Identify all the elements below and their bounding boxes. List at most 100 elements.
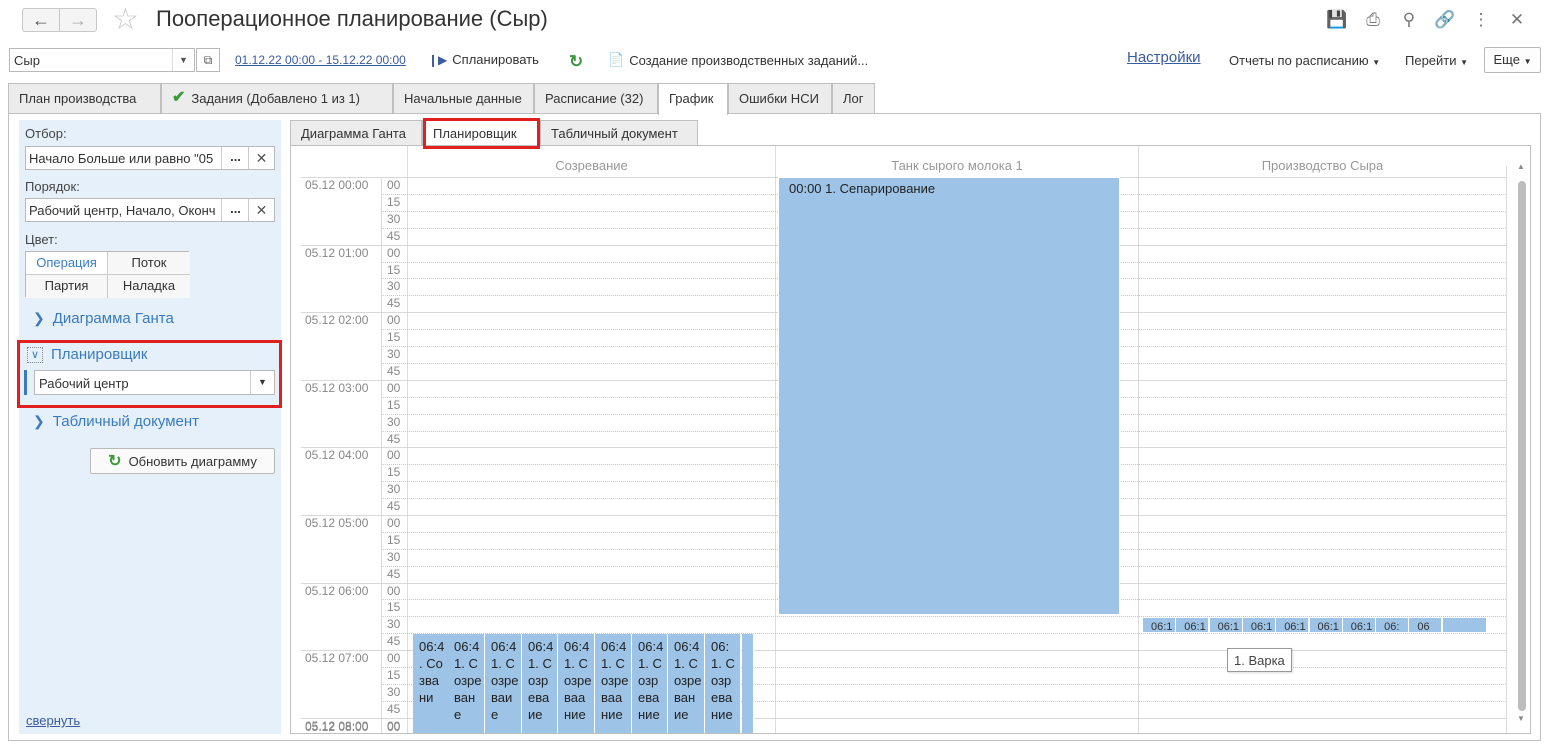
maturing-operation-block[interactable]: 06:4 . Созвани — [413, 634, 449, 733]
print-icon[interactable]: ⎙ — [1355, 10, 1391, 30]
maturing-operation-block[interactable]: 06:4 1. Созревание — [632, 634, 668, 733]
cheese-operation-block[interactable]: 06:1 — [1242, 618, 1276, 632]
refresh-chart-button[interactable]: ↻ Обновить диаграмму — [90, 448, 275, 474]
color-label: Цвет: — [25, 232, 58, 247]
create-tasks-button[interactable]: 📄 Создание производственных заданий... — [608, 52, 868, 68]
hour-label: 05.12 02:00 — [305, 313, 369, 327]
maturing-operation-block[interactable]: 06:4 1. Созреваие — [485, 634, 522, 733]
order-field[interactable]: Рабочий центр, Начало, Оконч ... ✕ — [25, 198, 275, 222]
tab-gantt[interactable]: Диаграмма Ганта — [290, 120, 422, 146]
cheese-operation-block[interactable]: 06 — [1409, 618, 1443, 632]
minute-label: 15 — [387, 330, 401, 344]
cheese-operation-block[interactable]: 06: — [1376, 618, 1410, 632]
color-flow-button[interactable]: Поток — [108, 252, 190, 275]
select-button[interactable]: ... — [221, 199, 249, 221]
grid-column-divider — [1138, 146, 1139, 733]
planner-highlight-box — [17, 340, 282, 408]
tab-nsi-errors[interactable]: Ошибки НСИ — [728, 83, 832, 114]
more-vertical-icon[interactable]: ⋮ — [1463, 10, 1499, 30]
minute-label: 30 — [387, 685, 401, 699]
tab-production-plan[interactable]: План производства — [8, 83, 161, 114]
hour-label: 05.12 01:00 — [305, 246, 369, 260]
section-gantt[interactable]: ❯ Диаграмма Ганта — [33, 310, 174, 327]
planner-grid[interactable]: 00 05.12 00:00 15 30 45 00 05.12 01:00 15 30 45 00… — [290, 145, 1531, 734]
chevron-right-icon: ❯ — [33, 310, 45, 326]
scroll-up-icon[interactable]: ▲ — [1517, 162, 1525, 171]
select-button[interactable]: ... — [221, 147, 249, 169]
collapse-link[interactable]: свернуть — [26, 713, 80, 728]
left-panel: Отбор: Начало Больше или равно "05 ... ✕… — [19, 120, 281, 734]
close-icon[interactable]: ✕ — [1499, 10, 1535, 30]
filter-field[interactable]: Начало Больше или равно "05 ... ✕ — [25, 146, 275, 170]
grid-column-divider — [775, 146, 776, 733]
minute-label: 45 — [387, 296, 401, 310]
hour-label: 05.12 03:00 — [305, 381, 369, 395]
maturing-operation-block[interactable]: 06: 1. Созревание — [705, 634, 741, 733]
section-table-doc[interactable]: ❯ Табличный документ — [33, 413, 199, 430]
minute-label: 00 — [387, 246, 401, 260]
hour-label: 05.12 06:00 — [305, 584, 369, 598]
clear-icon[interactable]: ✕ — [248, 147, 274, 169]
maturing-operation-block[interactable]: 06:4 1. Созреваание — [595, 634, 632, 733]
more-button[interactable]: Еще ▼ — [1484, 47, 1541, 73]
minute-label: 45 — [387, 229, 401, 243]
checkmark-icon: ✔ — [172, 89, 186, 106]
maturing-operation-block[interactable]: 06:4 1. Созреваание — [558, 634, 595, 733]
tooltip: 1. Варка — [1227, 648, 1292, 672]
color-batch-button[interactable]: Партия — [26, 275, 108, 298]
period-link[interactable]: 01.12.22 00:00 - 15.12.22 00:00 — [235, 53, 406, 67]
dropdown-arrow-icon: ▼ — [1460, 58, 1469, 67]
maturing-operation-block[interactable]: 06:4 1. Созревание — [668, 634, 705, 733]
link-icon[interactable]: 🔗 — [1427, 10, 1463, 30]
minute-label: 15 — [387, 263, 401, 277]
cheese-operation-block[interactable]: 06:1 — [1342, 618, 1376, 632]
tab-log[interactable]: Лог — [832, 83, 875, 114]
minute-label: 00 — [387, 381, 401, 395]
minute-label: 15 — [387, 195, 401, 209]
favorite-star-icon[interactable]: ☆ — [112, 2, 139, 38]
minute-label: 00 — [387, 720, 401, 734]
settings-link[interactable]: Настройки — [1127, 49, 1201, 66]
cheese-operation-block[interactable] — [1443, 618, 1487, 632]
color-setup-button[interactable]: Наладка — [108, 275, 190, 298]
open-object-button[interactable]: ⧉ — [196, 48, 220, 72]
minute-label: 00 — [387, 516, 401, 530]
maturing-operation-block[interactable]: 06:4 1. Созреваие — [522, 634, 558, 733]
tank-operation-block[interactable]: 00:00 1. Сепарирование — [778, 177, 1120, 615]
tab-chart[interactable]: График — [658, 83, 728, 115]
chevron-down-icon[interactable]: ▼ — [172, 49, 194, 71]
cheese-operation-block[interactable]: 06:1 — [1209, 618, 1243, 632]
plan-button[interactable]: ❙▶ Спланировать — [428, 52, 539, 67]
preview-icon[interactable]: ⚲ — [1391, 10, 1427, 30]
minute-label: 00 — [387, 178, 401, 192]
arrow-left-icon: ← — [32, 9, 50, 30]
goto-menu[interactable]: Перейти ▼ — [1405, 53, 1468, 68]
forward-button[interactable]: → — [59, 8, 97, 32]
minute-label: 45 — [387, 364, 401, 378]
save-icon[interactable]: 💾 — [1319, 10, 1355, 30]
reports-menu[interactable]: Отчеты по расписанию ▼ — [1229, 53, 1380, 68]
cheese-operation-block[interactable]: 06:1 — [1309, 618, 1343, 632]
minute-label: 15 — [387, 465, 401, 479]
cheese-operation-block[interactable]: 06:1 — [1176, 618, 1210, 632]
cheese-operation-block[interactable]: 06:1 — [1276, 618, 1310, 632]
tab-tasks[interactable]: ✔ Задания (Добавлено 1 из 1) — [161, 83, 393, 114]
tab-initial-data[interactable]: Начальные данные — [393, 83, 534, 114]
refresh-button[interactable]: ↻ — [569, 52, 583, 72]
cheese-operation-block[interactable]: 06:1 — [1143, 618, 1176, 632]
scroll-down-icon[interactable]: ▼ — [1517, 714, 1525, 723]
object-select[interactable]: Сыр ▼ — [9, 48, 195, 72]
minute-label: 15 — [387, 533, 401, 547]
scrollbar-thumb[interactable] — [1518, 181, 1526, 711]
minute-label: 45 — [387, 702, 401, 716]
maturing-operation-block[interactable]: 06:4 1. Созреване — [448, 634, 485, 733]
planner-tab-highlight-box — [423, 118, 540, 149]
maturing-operation-block[interactable] — [742, 634, 754, 733]
vertical-scrollbar[interactable]: ▲ ▼ — [1516, 156, 1528, 728]
tab-table-doc[interactable]: Табличный документ — [540, 120, 698, 146]
back-button[interactable]: ← — [22, 8, 60, 32]
tab-schedule[interactable]: Расписание (32) — [534, 83, 658, 114]
color-operation-button[interactable]: Операция — [26, 252, 108, 275]
clear-icon[interactable]: ✕ — [248, 199, 274, 221]
dropdown-arrow-icon: ▼ — [1372, 58, 1381, 67]
